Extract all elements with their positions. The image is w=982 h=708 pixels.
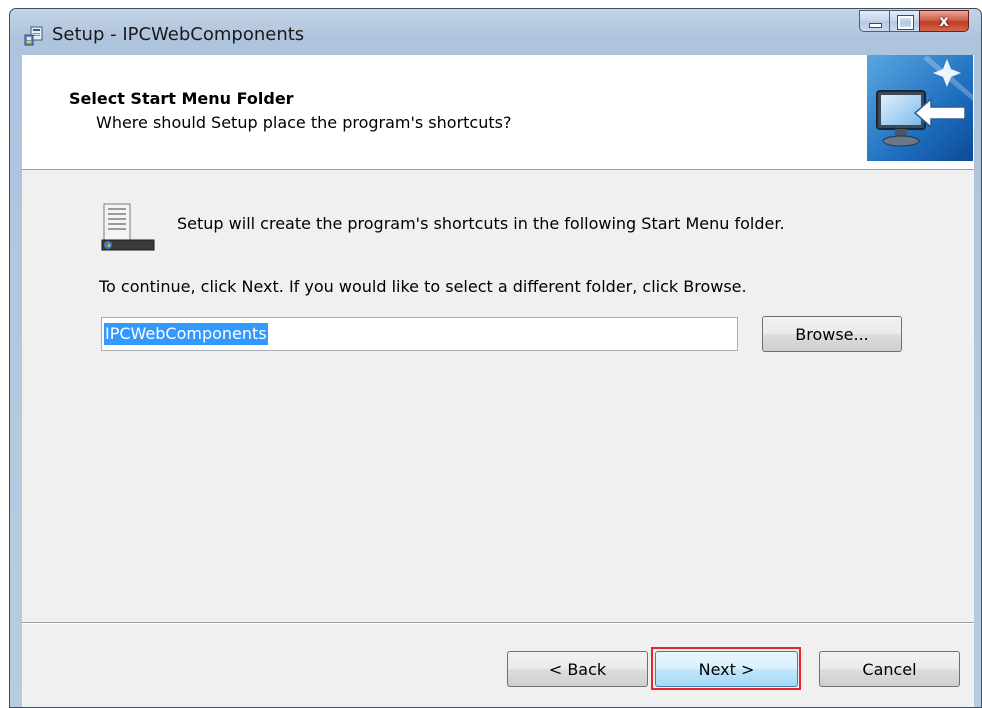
minimize-button[interactable] — [859, 10, 889, 32]
maximize-icon — [897, 15, 914, 30]
minimize-icon — [869, 23, 882, 28]
setup-window: Setup - IPCWebComponents x Select Start … — [9, 8, 982, 708]
monitor-arrow-wizard-icon — [867, 55, 973, 161]
start-menu-folder-input[interactable]: IPCWebComponents — [101, 317, 738, 351]
maximize-button[interactable] — [889, 10, 919, 32]
instruction-text: To continue, click Next. If you would li… — [99, 277, 747, 296]
setup-installer-icon — [24, 26, 43, 46]
window-title: Setup - IPCWebComponents — [52, 24, 305, 45]
dialog-client-area: Select Start Menu Folder Where should Se… — [22, 55, 974, 707]
folder-input-selected-text: IPCWebComponents — [104, 323, 268, 345]
footer-separator — [22, 622, 974, 624]
close-icon: x — [939, 12, 949, 30]
browse-button[interactable]: Browse... — [762, 316, 902, 352]
close-button[interactable]: x — [919, 10, 969, 32]
wizard-header: Select Start Menu Folder Where should Se… — [22, 55, 974, 170]
shortcut-info-text: Setup will create the program's shortcut… — [177, 214, 785, 233]
caption-buttons: x — [859, 10, 969, 32]
next-button[interactable]: Next > — [655, 651, 798, 687]
page-title: Select Start Menu Folder — [69, 89, 294, 108]
cancel-button[interactable]: Cancel — [819, 651, 960, 687]
page-subtitle: Where should Setup place the program's s… — [96, 113, 512, 132]
start-menu-folder-icon — [101, 203, 155, 251]
back-button[interactable]: < Back — [507, 651, 648, 687]
